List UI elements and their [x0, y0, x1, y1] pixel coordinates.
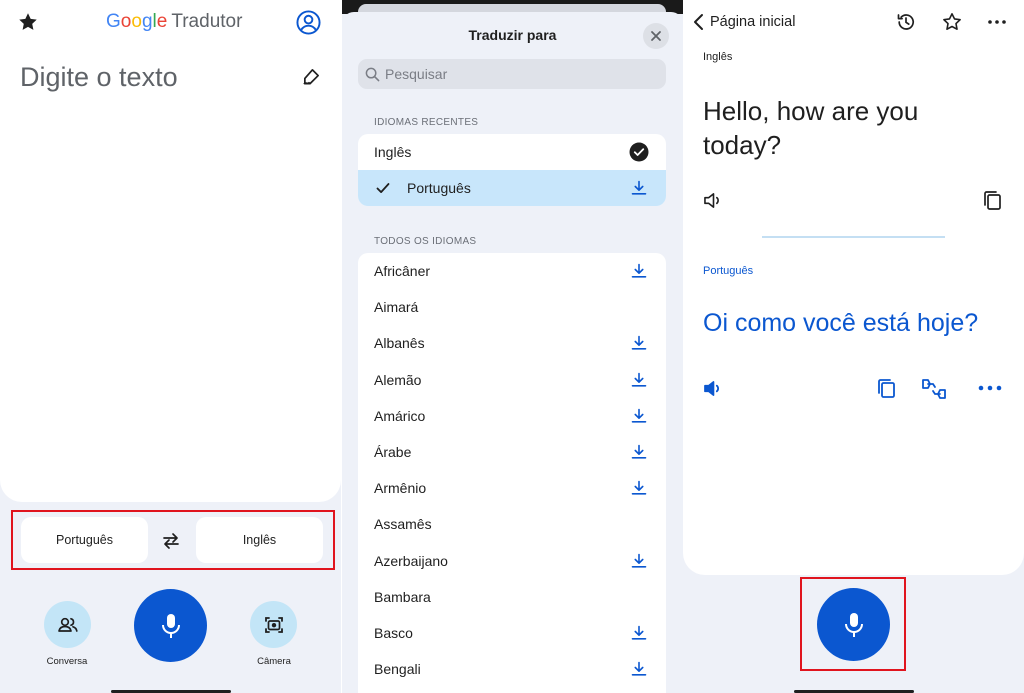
language-row[interactable]: Árabe	[358, 434, 666, 470]
language-name: Assamês	[374, 516, 432, 533]
logo-letter: G	[106, 11, 121, 32]
handwriting-icon[interactable]	[302, 67, 321, 86]
language-selector-bar: Português Inglês	[11, 510, 335, 570]
translated-text: Oi como você está hoje?	[703, 309, 979, 337]
translation-result-screen: Página inicial Inglês Hello, how are you…	[683, 0, 1024, 693]
conversation-button[interactable]	[44, 601, 91, 648]
language-name: Albanês	[374, 335, 425, 352]
more-options-icon[interactable]	[986, 12, 1008, 32]
history-icon[interactable]	[896, 12, 916, 32]
language-picker-screen: Traduzir para IDIOMAS RECENTES Inglês Po…	[342, 0, 683, 693]
logo-letter: g	[141, 11, 153, 32]
logo-letter: o	[131, 11, 142, 32]
selected-check-circle-icon	[629, 142, 649, 162]
source-text: Hello, how are you today?	[703, 96, 919, 160]
download-icon[interactable]	[631, 372, 647, 388]
back-to-home-link[interactable]: Página inicial	[710, 14, 795, 30]
language-row-ingles[interactable]: Inglês	[358, 134, 666, 170]
recent-languages-header: IDIOMAS RECENTES	[374, 117, 479, 128]
swap-languages-icon[interactable]	[161, 531, 181, 551]
sheet-title: Traduzir para	[468, 27, 557, 43]
section-divider	[762, 236, 945, 238]
language-row[interactable]: Basco	[358, 615, 666, 651]
download-icon[interactable]	[631, 263, 647, 279]
language-name: Alemão	[374, 371, 422, 388]
recent-languages-list: Inglês Português	[358, 134, 666, 206]
speaker-icon[interactable]	[703, 191, 724, 210]
target-language-button[interactable]: Inglês	[196, 517, 323, 563]
translation-card: Página inicial Inglês Hello, how are you…	[683, 0, 1024, 575]
language-name: Africâner	[374, 263, 431, 280]
language-name: Árabe	[374, 444, 412, 461]
close-icon	[651, 31, 661, 41]
language-name: Basco	[374, 624, 413, 641]
more-options-icon[interactable]	[977, 378, 1003, 398]
conversation-icon	[57, 617, 78, 632]
feedback-thumbs-icon[interactable]	[921, 377, 947, 401]
download-icon[interactable]	[631, 480, 647, 496]
logo-letter: e	[156, 11, 168, 32]
download-icon[interactable]	[631, 661, 647, 677]
source-language-label: Inglês	[703, 51, 733, 63]
logo-suffix: Tradutor	[171, 11, 243, 32]
source-language-button[interactable]: Português	[21, 517, 148, 563]
copy-icon[interactable]	[983, 190, 1002, 211]
language-name: Armênio	[374, 480, 427, 497]
close-button[interactable]	[643, 23, 669, 49]
language-name: Azerbaijano	[374, 552, 448, 569]
translate-home-screen: Google Tradutor Digite o texto Português …	[0, 0, 341, 693]
download-icon[interactable]	[631, 625, 647, 641]
mic-icon	[161, 613, 180, 638]
language-row[interactable]: Assamês	[358, 506, 666, 542]
download-icon[interactable]	[631, 444, 647, 460]
language-row[interactable]: Amárico	[358, 398, 666, 434]
all-languages-list: Africâner Aimará Albanês Alemão Amárico Árabe…	[358, 253, 666, 693]
language-name: Português	[407, 180, 471, 197]
language-search-box[interactable]	[358, 59, 666, 89]
text-input-placeholder[interactable]: Digite o texto	[20, 62, 178, 93]
language-row[interactable]: Bambara	[358, 579, 666, 615]
conversation-label: Conversa	[46, 656, 88, 667]
language-row[interactable]: Azerbaijano	[358, 543, 666, 579]
language-row[interactable]: Africâner	[358, 253, 666, 289]
download-icon[interactable]	[631, 180, 647, 196]
target-language-label: Português	[703, 265, 754, 277]
search-input[interactable]	[385, 66, 645, 82]
favorite-star-icon[interactable]	[942, 12, 962, 32]
download-icon[interactable]	[631, 553, 647, 569]
language-name: Bengali	[374, 661, 421, 678]
mic-icon	[844, 612, 863, 637]
camera-label: Câmera	[257, 656, 291, 667]
language-row[interactable]: Aimará	[358, 289, 666, 325]
copy-icon[interactable]	[877, 378, 896, 399]
language-row[interactable]: Albanês	[358, 325, 666, 361]
camera-button[interactable]	[250, 601, 297, 648]
search-icon	[365, 67, 380, 81]
language-name: Amárico	[374, 407, 426, 424]
download-icon[interactable]	[631, 408, 647, 424]
voice-input-button[interactable]	[817, 588, 890, 661]
language-row[interactable]: Bengali	[358, 651, 666, 687]
speaker-icon[interactable]	[703, 379, 724, 398]
logo-letter: o	[120, 11, 132, 32]
text-input-card[interactable]: Google Tradutor Digite o texto	[0, 0, 341, 502]
language-row[interactable]: Armênio	[358, 470, 666, 506]
back-chevron-icon[interactable]	[692, 13, 706, 31]
camera-icon	[264, 616, 283, 633]
language-name: Bambara	[374, 588, 431, 605]
all-languages-header: TODOS OS IDIOMAS	[374, 236, 477, 247]
account-icon[interactable]	[296, 10, 321, 35]
download-icon[interactable]	[631, 335, 647, 351]
language-row-portugues[interactable]: Português	[358, 170, 666, 206]
language-name: Inglês	[374, 144, 412, 161]
language-name: Aimará	[374, 299, 419, 316]
star-icon[interactable]	[17, 11, 39, 33]
voice-input-button[interactable]	[134, 589, 207, 662]
language-row[interactable]: Alemão	[358, 362, 666, 398]
check-icon	[376, 183, 390, 194]
app-logo: Google Tradutor	[106, 11, 242, 33]
